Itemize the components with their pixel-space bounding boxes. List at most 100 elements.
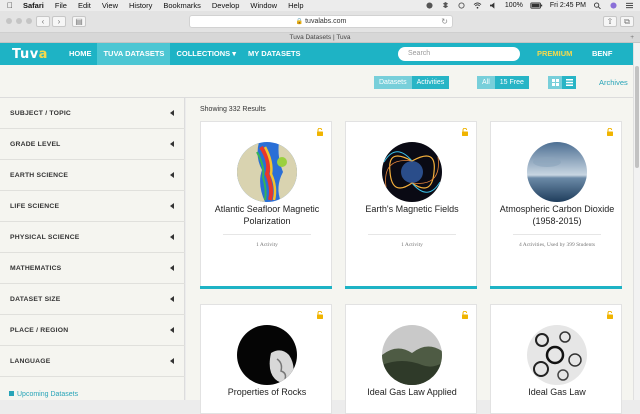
card-title[interactable]: Earth's Magnetic Fields [352, 203, 472, 215]
tabs-overview-button[interactable]: ⧉ [620, 16, 634, 27]
filter-language[interactable]: LANGUAGE [0, 346, 185, 377]
caret-left-icon [170, 296, 174, 302]
filter-earth-science[interactable]: EARTH SCIENCE [0, 160, 185, 191]
magnetic-field-image [382, 142, 442, 202]
card-divider [223, 234, 311, 235]
results-toolbar: Datasets Activities All 15 Free Archives [0, 65, 633, 98]
card-title[interactable]: Ideal Gas Law [497, 386, 617, 398]
menu-file[interactable]: File [55, 1, 67, 10]
nav-home[interactable]: HOME [63, 43, 98, 65]
logo-text-accent: a [38, 46, 48, 62]
dropbox-icon[interactable] [441, 2, 450, 9]
page-scrollbar-thumb[interactable] [635, 66, 639, 168]
atlantic-map-image [237, 142, 297, 202]
filter-label: DATASET SIZE [10, 296, 61, 303]
unlock-icon [462, 311, 468, 319]
activities-toggle[interactable]: Activities [411, 76, 450, 89]
filter-dataset-size[interactable]: DATASET SIZE [0, 284, 185, 315]
filter-place-region[interactable]: PLACE / REGION [0, 315, 185, 346]
card-title[interactable]: Properties of Rocks [207, 386, 327, 398]
datasets-toggle[interactable]: Datasets [374, 76, 412, 89]
menu-view[interactable]: View [102, 1, 118, 10]
tab-title[interactable]: Tuva Datasets | Tuva [289, 34, 350, 41]
particles-image [527, 325, 587, 385]
card-divider [513, 234, 601, 235]
menu-develop[interactable]: Develop [212, 1, 240, 10]
reload-icon[interactable]: ↻ [441, 16, 448, 27]
status-area: 100% Fri 2:45 PM [425, 0, 634, 11]
dataset-card[interactable]: Atlantic Seafloor Magnetic Polarization … [200, 121, 332, 289]
dataset-card[interactable]: Properties of Rocks [200, 304, 332, 414]
wifi-icon[interactable] [473, 2, 482, 9]
filter-grade-level[interactable]: GRADE LEVEL [0, 129, 185, 160]
close-window-button[interactable] [6, 18, 12, 24]
grid-icon [551, 79, 559, 86]
battery-percent: 100% [504, 2, 523, 9]
caret-left-icon [170, 203, 174, 209]
list-view-button[interactable] [562, 76, 576, 89]
rock-image [237, 325, 297, 385]
forward-button[interactable]: › [52, 16, 66, 27]
sync-icon[interactable] [457, 2, 466, 9]
volume-icon[interactable] [489, 2, 498, 9]
new-tab-icon[interactable]: + [630, 33, 634, 43]
card-accent-bar [490, 286, 622, 289]
notification-center-icon[interactable] [625, 2, 634, 9]
browser-nav-buttons: ‹ › ▤ [36, 16, 86, 27]
macos-menu-bar:  Safari File Edit View History Bookmark… [0, 0, 640, 11]
all-toggle[interactable]: All [477, 76, 495, 89]
nav-my-datasets[interactable]: MY DATASETS [242, 43, 307, 65]
type-toggle: Datasets Activities [374, 76, 450, 89]
window-controls [6, 18, 32, 24]
nav-tuva-datasets[interactable]: TUVA DATASETS [97, 43, 171, 65]
card-title[interactable]: Atlantic Seafloor Magnetic Polarization [207, 203, 327, 227]
address-bar[interactable]: 🔒 tuvalabs.com ↻ [189, 15, 453, 28]
menu-help[interactable]: Help [288, 1, 303, 10]
url-text: tuvalabs.com [305, 18, 347, 25]
menu-window[interactable]: Window [250, 1, 277, 10]
caret-left-icon [170, 327, 174, 333]
unlock-icon [607, 311, 613, 319]
menu-safari[interactable]: Safari [23, 1, 44, 10]
dataset-card[interactable]: Atmospheric Carbon Dioxide (1958-2015) 4… [490, 121, 622, 289]
premium-link[interactable]: PREMIUM [537, 43, 572, 65]
dataset-card[interactable]: Ideal Gas Law [490, 304, 622, 414]
filter-life-science[interactable]: LIFE SCIENCE [0, 191, 185, 222]
apple-icon[interactable]:  [7, 1, 15, 10]
menu-history[interactable]: History [129, 1, 152, 10]
free-toggle[interactable]: 15 Free [494, 76, 529, 89]
sidebar-toggle-button[interactable]: ▤ [72, 16, 86, 27]
skype-icon[interactable] [425, 2, 434, 9]
battery-icon[interactable] [530, 2, 543, 9]
tuva-logo[interactable]: Tuva [12, 47, 48, 62]
clock[interactable]: Fri 2:45 PM [550, 2, 586, 9]
unlock-icon [607, 128, 613, 136]
minimize-window-button[interactable] [16, 18, 22, 24]
card-meta: 1 Activity [401, 242, 423, 248]
menu-edit[interactable]: Edit [78, 1, 91, 10]
card-title[interactable]: Atmospheric Carbon Dioxide (1958-2015) [497, 203, 617, 227]
user-menu[interactable]: BENF [592, 43, 612, 65]
share-button[interactable]: ⇧ [603, 16, 617, 27]
upcoming-label: Upcoming Datasets [17, 391, 79, 398]
results-count: Showing 332 Results [200, 106, 266, 113]
filter-label: PHYSICAL SCIENCE [10, 234, 80, 241]
grid-view-button[interactable] [548, 76, 562, 89]
back-button[interactable]: ‹ [36, 16, 50, 27]
spotlight-icon[interactable] [593, 2, 602, 9]
siri-icon[interactable] [609, 2, 618, 9]
card-title[interactable]: Ideal Gas Law Applied [352, 386, 472, 398]
archives-link[interactable]: Archives [599, 76, 628, 89]
search-input[interactable]: Search [398, 47, 520, 61]
menu-bookmarks[interactable]: Bookmarks [163, 1, 201, 10]
dataset-card[interactable]: Ideal Gas Law Applied [345, 304, 477, 414]
zoom-window-button[interactable] [26, 18, 32, 24]
caret-left-icon [170, 234, 174, 240]
nav-collections[interactable]: COLLECTIONS ▾ [170, 43, 242, 65]
filter-subject-topic[interactable]: SUBJECT / TOPIC [0, 98, 185, 129]
filter-physical-science[interactable]: PHYSICAL SCIENCE [0, 222, 185, 253]
upcoming-datasets-link[interactable]: Upcoming Datasets [9, 391, 78, 398]
unlock-icon [462, 128, 468, 136]
filter-mathematics[interactable]: MATHEMATICS [0, 253, 185, 284]
dataset-card[interactable]: Earth's Magnetic Fields 1 Activity [345, 121, 477, 289]
